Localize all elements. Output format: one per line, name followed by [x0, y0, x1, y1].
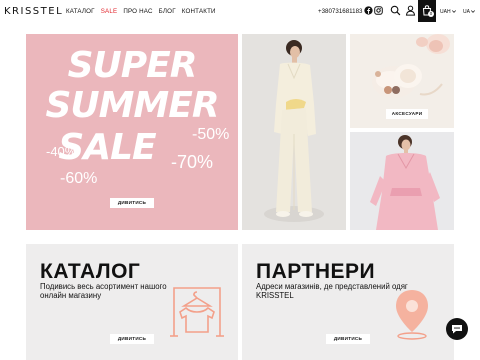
catalog-card[interactable]: КАТАЛОГ Подивись весь асортимент нашого …: [26, 244, 238, 360]
site-header: KRISSTEL КАТАЛОГ SALE ПРО НАС БЛОГ КОНТА…: [0, 0, 480, 24]
pink-shirt-photo[interactable]: [350, 132, 454, 230]
cart-button[interactable]: 0: [418, 0, 436, 22]
chat-icon: [452, 325, 462, 334]
discount-60: -60%: [60, 170, 98, 187]
catalog-card-title: КАТАЛОГ: [40, 260, 141, 283]
cart-count-badge: 0: [428, 11, 434, 17]
nav-blog[interactable]: БЛОГ: [159, 8, 176, 15]
accessories-tile[interactable]: АКСЕСУАРИ: [350, 34, 454, 128]
catalog-card-text: Подивись весь асортимент нашого онлайн м…: [40, 282, 167, 300]
phone-number[interactable]: +380731681183: [318, 8, 362, 15]
facebook-icon[interactable]: [364, 6, 373, 15]
language-select[interactable]: UA: [463, 9, 476, 15]
currency-value: UAH: [440, 9, 451, 15]
currency-select[interactable]: UAH: [440, 9, 456, 15]
user-icon[interactable]: [405, 5, 416, 16]
nav-catalog[interactable]: КАТАЛОГ: [66, 8, 95, 15]
discount-50: -50%: [192, 126, 230, 143]
banner-view-button[interactable]: ДИВИТИСЬ: [110, 198, 154, 208]
language-value: UA: [463, 9, 470, 15]
chat-button[interactable]: [446, 318, 468, 340]
nav-sale[interactable]: SALE: [101, 8, 118, 15]
catalog-view-button[interactable]: ДИВИТИСЬ: [110, 334, 154, 344]
model-image: [242, 34, 346, 230]
sale-banner[interactable]: SUPER SUMMER SALE -50% -40% -70% -60% ДИ…: [26, 34, 238, 230]
model-photo[interactable]: [242, 34, 346, 230]
nav-contacts[interactable]: КОНТАКТИ: [182, 8, 216, 15]
map-pin-icon: [396, 290, 428, 340]
clothes-rack-icon: [170, 287, 224, 337]
search-icon[interactable]: [390, 5, 401, 16]
discount-40: -40%: [46, 144, 77, 159]
partners-view-button[interactable]: ДИВИТИСЬ: [326, 334, 370, 344]
accessories-button[interactable]: АКСЕСУАРИ: [386, 109, 428, 119]
banner-line-summer: SUMMER: [45, 85, 219, 126]
chevron-down-icon: [451, 10, 456, 14]
site-logo[interactable]: KRISSTEL: [4, 6, 63, 17]
banner-line-super: SUPER: [67, 45, 198, 86]
discount-70: -70%: [171, 152, 214, 172]
instagram-icon[interactable]: [374, 6, 383, 15]
chevron-down-icon: [471, 10, 476, 14]
partners-card[interactable]: ПАРТНЕРИ Адреси магазинів, де представле…: [242, 244, 454, 360]
pink-shirt-image: [350, 132, 454, 230]
partners-card-title: ПАРТНЕРИ: [256, 260, 376, 283]
nav-about[interactable]: ПРО НАС: [123, 8, 152, 15]
main-nav: КАТАЛОГ SALE ПРО НАС БЛОГ КОНТАКТИ: [66, 8, 216, 15]
